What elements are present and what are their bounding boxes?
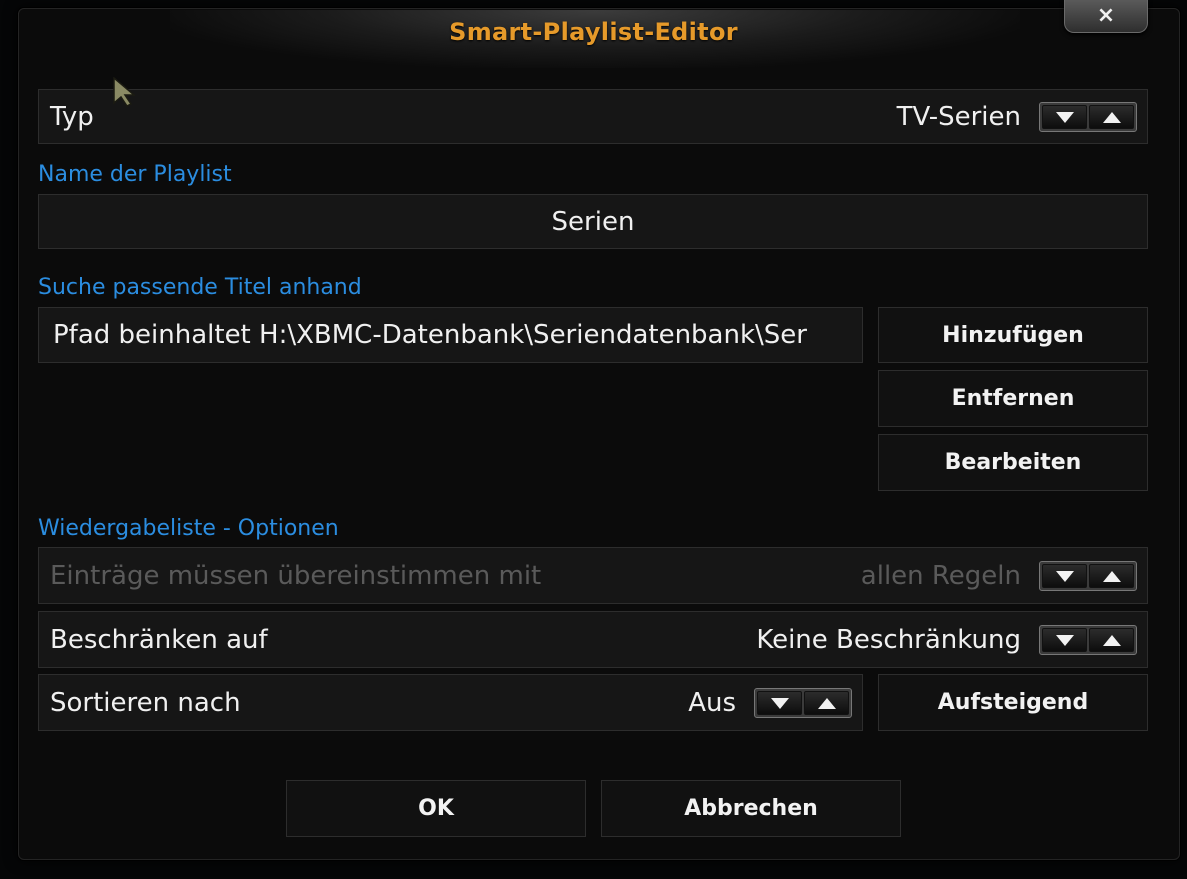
type-label: Typ	[50, 101, 94, 132]
type-spin-down-button[interactable]	[1042, 105, 1087, 129]
triangle-up-icon	[1102, 570, 1121, 582]
limit-spin-down-button[interactable]	[1042, 628, 1087, 652]
match-spinner	[1039, 561, 1137, 591]
edit-rule-button[interactable]: Bearbeiten	[878, 434, 1148, 491]
options-section-label: Wiedergabeliste - Optionen	[38, 516, 339, 541]
sort-row[interactable]: Sortieren nach Aus	[38, 674, 863, 731]
playlist-name-field[interactable]: Serien	[38, 194, 1148, 249]
close-button[interactable]: ×	[1064, 0, 1148, 33]
match-spin-up-button	[1089, 564, 1134, 588]
type-spinner[interactable]	[1039, 102, 1137, 132]
triangle-down-icon	[1055, 111, 1074, 123]
type-spin-up-button[interactable]	[1089, 105, 1134, 129]
rule-text: Pfad beinhaltet H:\XBMC-Datenbank\Serien…	[53, 320, 807, 350]
limit-label: Beschränken auf	[50, 624, 268, 655]
close-icon: ×	[1096, 3, 1116, 28]
limit-value: Keine Beschränkung	[756, 624, 1021, 655]
match-row: Einträge müssen übereinstimmen mit allen…	[38, 547, 1148, 604]
triangle-up-icon	[1102, 634, 1121, 646]
triangle-down-icon	[770, 697, 789, 709]
sort-spin-up-button[interactable]	[804, 691, 849, 715]
triangle-down-icon	[1055, 570, 1074, 582]
match-value: allen Regeln	[860, 560, 1021, 591]
limit-row[interactable]: Beschränken auf Keine Beschränkung	[38, 611, 1148, 668]
sort-spinner[interactable]	[754, 688, 852, 718]
ok-button[interactable]: OK	[286, 780, 586, 837]
mouse-pointer-icon	[113, 77, 135, 107]
playlist-name-section-label: Name der Playlist	[38, 162, 232, 187]
sort-value: Aus	[688, 687, 736, 718]
limit-spinner[interactable]	[1039, 625, 1137, 655]
playlist-name-value: Serien	[551, 206, 635, 237]
add-rule-button[interactable]: Hinzufügen	[878, 307, 1148, 363]
cancel-button[interactable]: Abbrechen	[601, 780, 901, 837]
rule-list-item[interactable]: Pfad beinhaltet H:\XBMC-Datenbank\Serien…	[38, 307, 863, 363]
type-value: TV-Serien	[896, 101, 1021, 132]
match-spin-down-button	[1042, 564, 1087, 588]
limit-spin-up-button[interactable]	[1089, 628, 1134, 652]
triangle-up-icon	[1102, 111, 1121, 123]
rules-section-label: Suche passende Titel anhand	[38, 275, 362, 300]
remove-rule-button[interactable]: Entfernen	[878, 370, 1148, 427]
sort-spin-down-button[interactable]	[757, 691, 802, 715]
triangle-up-icon	[817, 697, 836, 709]
sort-order-button[interactable]: Aufsteigend	[878, 674, 1148, 731]
sort-label: Sortieren nach	[50, 687, 241, 718]
dialog-title: Smart-Playlist-Editor	[449, 18, 738, 46]
type-row[interactable]: Typ TV-Serien	[38, 89, 1148, 144]
match-label: Einträge müssen übereinstimmen mit	[50, 560, 542, 591]
triangle-down-icon	[1055, 634, 1074, 646]
